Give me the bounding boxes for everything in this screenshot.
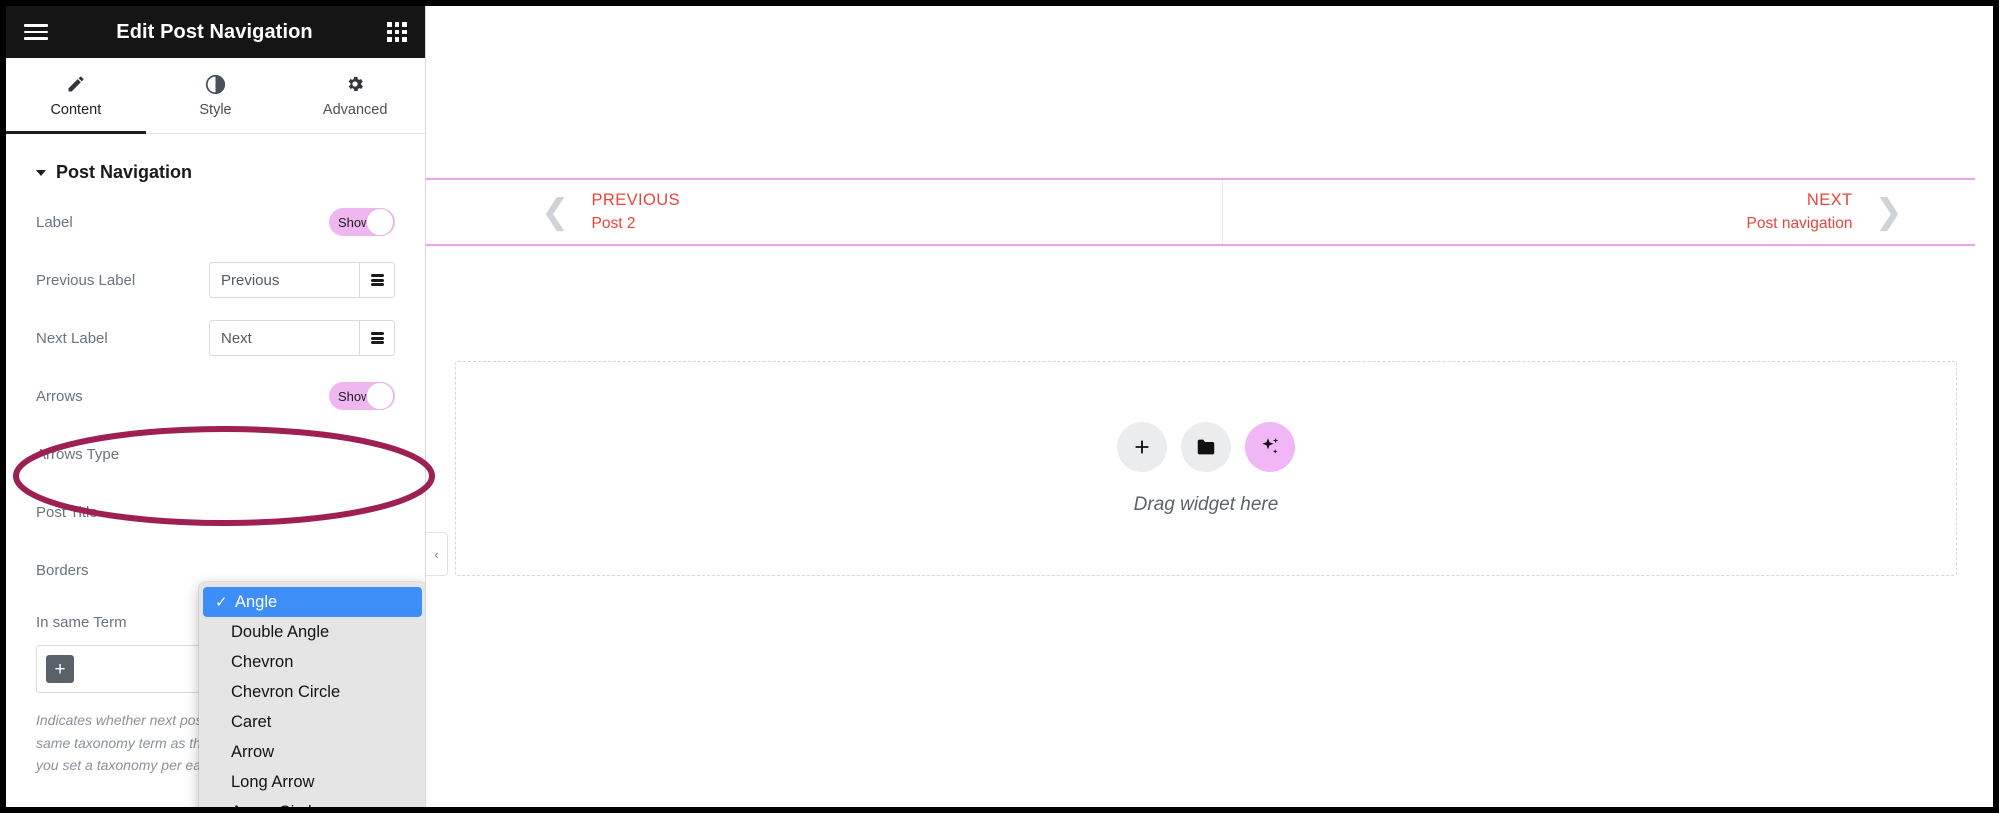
page-title: Edit Post Navigation (116, 20, 313, 43)
dropzone-buttons (1117, 421, 1295, 472)
grid-dots-icon[interactable] (387, 22, 407, 42)
control-label-text: Label (36, 213, 73, 231)
dropdown-option-label: Chevron Circle (231, 682, 341, 701)
caret-down-icon (36, 169, 46, 176)
control-next-label: Next Label (6, 309, 425, 367)
ai-button[interactable] (1245, 421, 1295, 472)
previous-label-text: Previous Label (36, 271, 136, 289)
toggle-knob (366, 382, 394, 410)
check-icon-placeholder: ✓ (211, 683, 231, 701)
editor-sidebar-panel: Edit Post Navigation Content Style Advan… (6, 6, 435, 807)
dropdown-option-label: Long Arrow (231, 772, 315, 791)
control-previous-label: Previous Label (6, 251, 425, 309)
dropdown-option-arrow[interactable]: ✓ Arrow (199, 737, 425, 767)
arrows-type-label-text: Arrows Type (36, 445, 120, 463)
dynamic-tag-icon[interactable] (359, 262, 395, 298)
dropdown-option-label: Caret (231, 712, 272, 731)
dropdown-option-long-arrow[interactable]: ✓ Long Arrow (199, 767, 425, 797)
check-icon-placeholder: ✓ (211, 803, 231, 807)
tab-advanced-label: Advanced (322, 102, 388, 118)
dropdown-option-caret[interactable]: ✓ Caret (199, 707, 425, 737)
dropdown-option-chevron[interactable]: ✓ Chevron (199, 647, 425, 677)
next-kicker: NEXT (1806, 191, 1853, 210)
in-same-term-label-text: In same Term (36, 613, 127, 631)
next-label-text: Next Label (36, 329, 108, 347)
arrows-type-dropdown-menu[interactable]: ✓ Angle ✓ Double Angle ✓ Chevron ✓ Chevr… (199, 582, 425, 807)
dropdown-option-chevron-circle[interactable]: ✓ Chevron Circle (199, 677, 425, 707)
control-arrows: Arrows Show (6, 367, 425, 425)
tab-content-label: Content (50, 102, 102, 118)
check-icon-placeholder: ✓ (211, 713, 231, 731)
elementor-editor: Edit Post Navigation Content Style Advan… (6, 6, 1993, 807)
dropdown-option-angle[interactable]: ✓ Angle (203, 587, 422, 617)
dropdown-option-label: Arrow (231, 742, 275, 761)
next-label-input[interactable] (209, 320, 359, 356)
panel-body: Post Navigation Label Show Previous Labe… (6, 134, 425, 807)
post-navigation-widget[interactable]: ❮ PREVIOUS Post 2 NEXT Post navigation ❯ (426, 178, 1975, 246)
previous-title: Post 2 (591, 214, 636, 232)
post-title-label-text: Post Title (36, 503, 98, 521)
tab-content[interactable]: Content (6, 58, 146, 134)
panel-tabs: Content Style Advanced (6, 58, 425, 134)
chevron-left-icon: ❮ (541, 193, 570, 231)
check-icon-placeholder: ✓ (211, 773, 231, 791)
dynamic-tag-icon[interactable] (359, 320, 395, 356)
widget-dropzone[interactable]: Drag widget here (455, 361, 1957, 576)
arrows-show-toggle[interactable]: Show (329, 382, 395, 410)
previous-kicker: PREVIOUS (591, 191, 680, 210)
toggle-knob (366, 208, 394, 236)
pencil-icon (66, 73, 86, 95)
section-title: Post Navigation (56, 162, 193, 182)
post-navigation-next[interactable]: NEXT Post navigation ❯ (1223, 180, 1976, 244)
check-icon-placeholder: ✓ (211, 653, 231, 671)
panel-collapse-handle[interactable]: ‹ (426, 532, 448, 576)
borders-label-text: Borders (36, 561, 89, 579)
plus-icon[interactable]: + (46, 655, 74, 683)
panel-header: Edit Post Navigation (6, 6, 425, 58)
gear-icon (345, 73, 365, 95)
chevron-right-icon: ❯ (1874, 193, 1904, 231)
dropdown-option-label: Arrow Circle (231, 803, 321, 808)
dropdown-option-arrow-circle[interactable]: ✓ Arrow Circle (199, 797, 425, 808)
dropdown-option-label: Chevron (231, 652, 294, 671)
next-title: Post navigation (1746, 214, 1853, 232)
editor-canvas: ‹ ❮ PREVIOUS Post 2 NEXT Post navigation… (426, 6, 1993, 807)
label-toggle-text: Show (338, 214, 371, 230)
control-post-title: Post Title (6, 483, 425, 541)
templates-button[interactable] (1181, 421, 1231, 472)
half-circle-icon (205, 73, 226, 95)
add-element-button[interactable] (1117, 421, 1167, 472)
label-show-toggle[interactable]: Show (329, 208, 395, 236)
tab-advanced[interactable]: Advanced (285, 58, 425, 133)
check-icon: ✓ (215, 594, 228, 611)
tab-style[interactable]: Style (146, 58, 286, 133)
check-icon-placeholder: ✓ (211, 623, 231, 641)
control-arrows-type: Arrows Type (6, 425, 425, 483)
check-icon-placeholder: ✓ (211, 743, 231, 761)
arrows-label-text: Arrows (36, 387, 83, 405)
control-label: Label Show (6, 193, 425, 251)
previous-label-input[interactable] (209, 262, 359, 298)
dropdown-option-label: Double Angle (231, 622, 330, 641)
section-post-navigation[interactable]: Post Navigation (6, 134, 425, 193)
dropzone-text: Drag widget here (1133, 493, 1279, 515)
dropdown-option-label: Angle (235, 592, 278, 611)
arrows-toggle-text: Show (338, 388, 371, 404)
dropdown-option-double-angle[interactable]: ✓ Double Angle (199, 617, 425, 647)
tab-style-label: Style (199, 102, 232, 118)
post-navigation-previous[interactable]: ❮ PREVIOUS Post 2 (426, 180, 1222, 244)
